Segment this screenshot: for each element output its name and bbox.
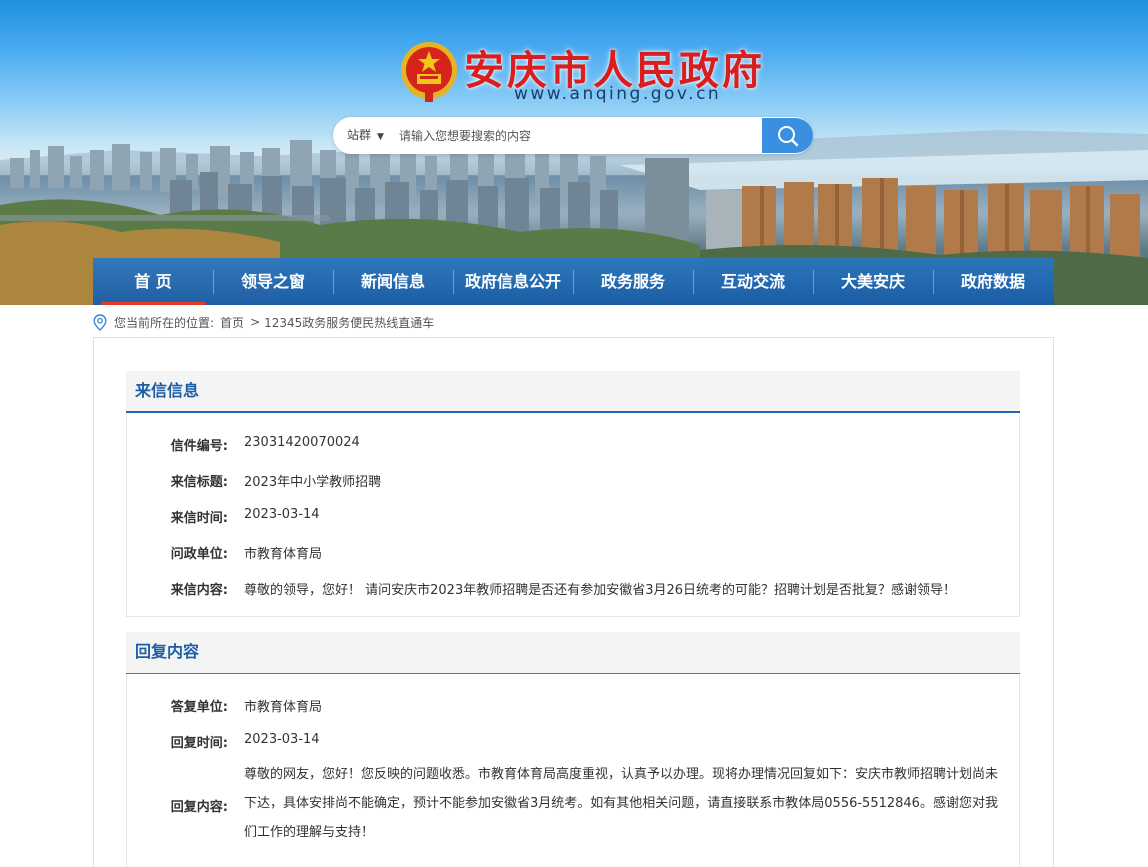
search-button[interactable]	[762, 118, 813, 153]
caret-down-icon: ▼	[377, 132, 384, 142]
nav-item-news[interactable]: 新闻信息	[333, 258, 453, 305]
field-label: 来信内容:	[170, 583, 228, 598]
letter-section: 来信信息 信件编号: 23031420070024 来信标题: 2023年中小学…	[126, 371, 1020, 617]
nav-item-leaders[interactable]: 领导之窗	[213, 258, 333, 305]
search-icon	[778, 126, 799, 147]
main-nav: 首 页 领导之窗 新闻信息 政府信息公开 政务服务 互动交流 大美安庆 政府数据	[93, 258, 1054, 305]
nav-item-anqing[interactable]: 大美安庆	[813, 258, 933, 305]
field-value: 2023-03-14	[244, 507, 320, 522]
breadcrumb-current-link[interactable]: 12345政务服务便民热线直通车	[264, 314, 434, 331]
field-label: 问政单位:	[170, 547, 228, 562]
nav-item-interaction[interactable]: 互动交流	[693, 258, 813, 305]
breadcrumb: 您当前所在的位置: 首页 > 12345政务服务便民热线直通车	[93, 312, 434, 332]
nav-item-services[interactable]: 政务服务	[573, 258, 693, 305]
breadcrumb-home-link[interactable]: 首页	[220, 314, 244, 331]
field-value: 23031420070024	[244, 435, 360, 450]
location-pin-icon	[93, 313, 107, 331]
search-scope-label: 站群	[347, 128, 372, 142]
breadcrumb-separator: >	[250, 315, 261, 329]
field-label: 答复单位:	[170, 700, 228, 715]
national-emblem-icon	[401, 42, 457, 102]
field-value: 市教育体育局	[244, 700, 323, 715]
site-url: www.anqing.gov.cn	[514, 84, 722, 104]
nav-item-gov-data[interactable]: 政府数据	[933, 258, 1053, 305]
nav-item-home[interactable]: 首 页	[93, 258, 213, 305]
reply-section: 回复内容 答复单位: 市教育体育局 回复时间: 2023-03-14 回复内容:…	[126, 632, 1020, 867]
field-value: 市教育体育局	[244, 547, 323, 562]
letter-section-body: 信件编号: 23031420070024 来信标题: 2023年中小学教师招聘 …	[126, 413, 1020, 617]
field-label: 信件编号:	[170, 439, 228, 454]
letter-section-heading: 来信信息	[126, 371, 1020, 413]
reply-section-body: 答复单位: 市教育体育局 回复时间: 2023-03-14 回复内容: 尊敬的网…	[126, 674, 1020, 867]
content-panel: 来信信息 信件编号: 23031420070024 来信标题: 2023年中小学…	[93, 337, 1054, 867]
header-banner: 安庆市人民政府 www.anqing.gov.cn 站群 ▼ 首 页 领导之窗 新…	[0, 0, 1148, 305]
search-scope-dropdown[interactable]: 站群 ▼	[347, 117, 384, 154]
search-input[interactable]	[399, 125, 699, 146]
field-label: 来信时间:	[170, 511, 228, 526]
site-logo[interactable]: 安庆市人民政府 www.anqing.gov.cn	[398, 38, 762, 108]
nav-item-gov-info[interactable]: 政府信息公开	[453, 258, 573, 305]
field-value: 尊敬的领导，您好！ 请问安庆市2023年教师招聘是否还有参加安徽省3月26日统考…	[244, 583, 957, 598]
field-value: 2023年中小学教师招聘	[244, 475, 382, 490]
search-bar: 站群 ▼	[333, 117, 813, 154]
field-value: 2023-03-14	[244, 732, 320, 747]
field-label: 回复内容:	[170, 800, 228, 815]
field-label: 回复时间:	[170, 736, 228, 751]
reply-section-heading: 回复内容	[126, 632, 1020, 674]
field-value: 尊敬的网友，您好！您反映的问题收悉。市教育体育局高度重视，认真予以办理。现将办理…	[244, 767, 999, 840]
field-label: 来信标题:	[170, 475, 228, 490]
breadcrumb-prefix: 您当前所在的位置:	[114, 315, 215, 330]
